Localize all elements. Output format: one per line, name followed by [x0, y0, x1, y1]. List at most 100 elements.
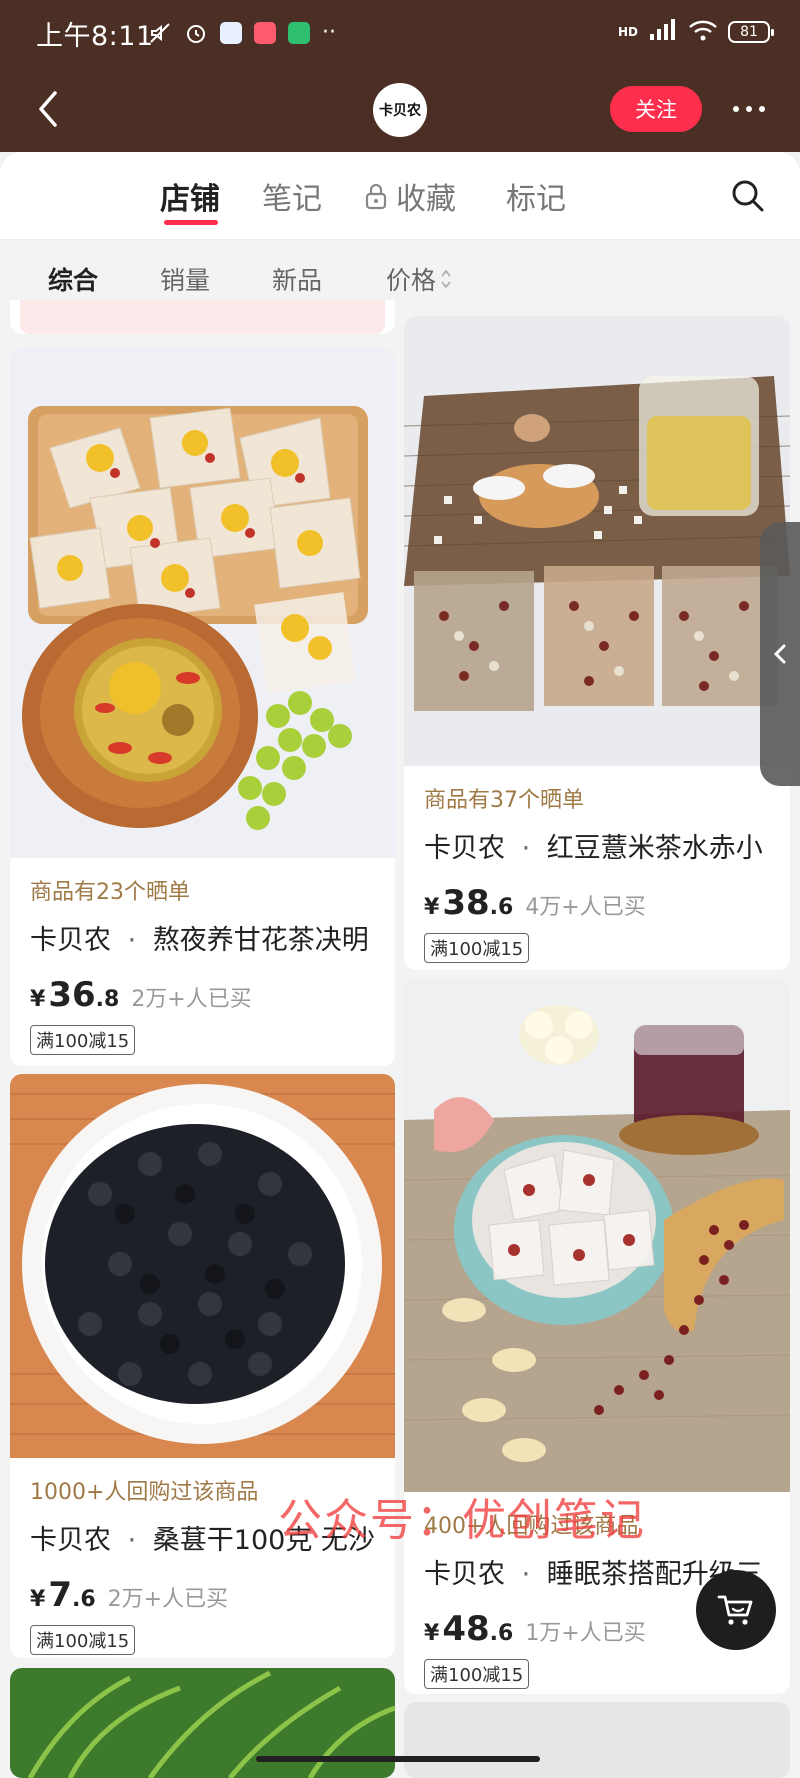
price-row: ¥ 38 .6 4万+人已买 — [424, 883, 770, 923]
status-time: 上午8:11 — [36, 21, 154, 52]
product-title: 卡贝农 · 熬夜养甘花茶决明 — [30, 918, 375, 957]
sold-count: 2万+人已买 — [107, 1587, 229, 1612]
search-button[interactable] — [730, 178, 766, 214]
product-hint: 商品有23个晒单 — [30, 880, 190, 905]
status-bar: 上午8:11 ·· HD 81 — [0, 0, 800, 70]
cart-icon — [717, 1595, 753, 1625]
wifi-icon — [688, 18, 718, 46]
status-right: HD 81 — [617, 18, 774, 46]
product-shop: 卡贝农 — [424, 1559, 505, 1590]
more-notifications-icon: ·· — [322, 20, 336, 45]
app-notification-icon — [254, 21, 276, 44]
tab-favorites[interactable]: 收藏 — [364, 174, 456, 218]
dot-icon — [759, 106, 765, 112]
mute-icon — [148, 21, 172, 45]
product-image — [404, 1702, 790, 1778]
chevron-left-icon — [773, 644, 786, 664]
separator-dot: · — [521, 1559, 531, 1590]
product-title: 卡贝农 · 红豆薏米茶水赤小 — [424, 826, 770, 865]
separator-dot: · — [127, 1525, 137, 1556]
coupon-badge: 满100减15 — [30, 1625, 136, 1655]
signal-icon — [648, 18, 678, 46]
dot-icon — [733, 106, 739, 112]
product-info: 商品有37个晒单 卡贝农 · 红豆薏米茶水赤小 ¥ 38 .6 4万+人已买 满… — [404, 766, 790, 963]
price-integer: 36 — [48, 975, 96, 1015]
price-decimal: .6 — [489, 895, 514, 920]
product-shop: 卡贝农 — [424, 833, 505, 864]
network-label: HD — [617, 25, 638, 39]
product-image — [10, 348, 395, 858]
sold-count: 4万+人已买 — [525, 895, 646, 920]
price-integer: 48 — [442, 1609, 490, 1649]
sold-count: 1万+人已买 — [525, 1621, 646, 1646]
sort-label: 销量 — [160, 266, 211, 295]
follow-button[interactable]: 关注 — [610, 86, 702, 132]
status-icons: ·· — [148, 20, 336, 45]
product-card[interactable]: 商品有23个晒单 卡贝农 · 熬夜养甘花茶决明 ¥ 36 .8 2万+人已买 满… — [10, 348, 395, 1066]
battery-indicator: 81 — [728, 21, 774, 43]
back-arrow-icon — [39, 91, 57, 127]
coupon-badge: 满100减15 — [30, 1025, 136, 1055]
app-notification-icon — [220, 21, 242, 44]
more-options-button[interactable] — [724, 92, 774, 126]
sort-arrows-icon — [441, 269, 451, 289]
product-image — [10, 1074, 395, 1458]
product-image — [404, 316, 790, 766]
currency-symbol: ¥ — [424, 895, 440, 920]
currency-symbol: ¥ — [30, 987, 46, 1012]
price-decimal: .6 — [71, 1587, 96, 1612]
app-notification-icon — [288, 21, 310, 44]
separator-dot: · — [521, 833, 531, 864]
home-indicator[interactable] — [256, 1756, 540, 1762]
product-name: 熬夜养甘花茶决明 — [152, 925, 369, 956]
lock-icon — [365, 183, 387, 210]
product-card[interactable] — [404, 1702, 790, 1778]
price-decimal: .6 — [489, 1621, 514, 1646]
search-icon — [732, 180, 764, 212]
price-integer: 38 — [442, 883, 490, 923]
alarm-icon — [184, 21, 208, 45]
coupon-badge: 满100减15 — [424, 1659, 530, 1689]
price-decimal: .8 — [95, 987, 120, 1012]
tab-store[interactable]: 店铺 — [160, 174, 220, 218]
product-shop: 卡贝农 — [30, 925, 111, 956]
previous-card-banner — [20, 300, 385, 334]
back-button[interactable] — [28, 86, 68, 132]
sort-comprehensive[interactable]: 综合 — [48, 261, 98, 297]
tab-label: 标记 — [506, 182, 566, 217]
previous-card[interactable] — [10, 300, 395, 334]
sort-sales[interactable]: 销量 — [160, 261, 210, 297]
tab-bar: 店铺 笔记 收藏 标记 — [0, 152, 800, 240]
tab-label: 笔记 — [262, 182, 322, 217]
active-tab-indicator — [164, 220, 218, 225]
watermark: 公众号：优创笔记 — [278, 1495, 646, 1546]
sort-label: 综合 — [48, 266, 99, 295]
tab-label: 店铺 — [160, 182, 220, 217]
price-row: ¥ 7 .6 2万+人已买 — [30, 1575, 375, 1615]
product-shop: 卡贝农 — [30, 1525, 111, 1556]
shop-logo[interactable]: 卡贝农 — [373, 83, 427, 137]
price-integer: 7 — [48, 1575, 72, 1615]
currency-symbol: ¥ — [30, 1587, 46, 1612]
nav-row: 卡贝农 关注 — [0, 80, 800, 140]
sort-label: 新品 — [272, 266, 323, 295]
product-name: 红豆薏米茶水赤小 — [546, 833, 763, 864]
tab-notes[interactable]: 笔记 — [262, 174, 322, 218]
sort-price[interactable]: 价格 — [386, 261, 452, 297]
price-row: ¥ 36 .8 2万+人已买 — [30, 975, 375, 1015]
sold-count: 2万+人已买 — [131, 987, 252, 1012]
cart-button[interactable] — [696, 1570, 776, 1650]
product-image — [404, 980, 790, 1492]
sort-new[interactable]: 新品 — [272, 261, 322, 297]
product-info: 商品有23个晒单 卡贝农 · 熬夜养甘花茶决明 ¥ 36 .8 2万+人已买 满… — [10, 858, 395, 1055]
tab-marks[interactable]: 标记 — [506, 174, 566, 218]
tab-label: 收藏 — [396, 182, 456, 217]
product-card[interactable]: 1000+人回购过该商品 卡贝农 · 桑葚干100克 无沙 ¥ 7 .6 2万+… — [10, 1074, 395, 1658]
dot-icon — [746, 106, 752, 112]
side-drawer-handle[interactable] — [760, 522, 800, 786]
separator-dot: · — [127, 925, 137, 956]
product-card[interactable]: 商品有37个晒单 卡贝农 · 红豆薏米茶水赤小 ¥ 38 .6 4万+人已买 满… — [404, 316, 790, 970]
currency-symbol: ¥ — [424, 1621, 440, 1646]
sort-label: 价格 — [386, 266, 437, 295]
coupon-badge: 满100减15 — [424, 933, 530, 963]
